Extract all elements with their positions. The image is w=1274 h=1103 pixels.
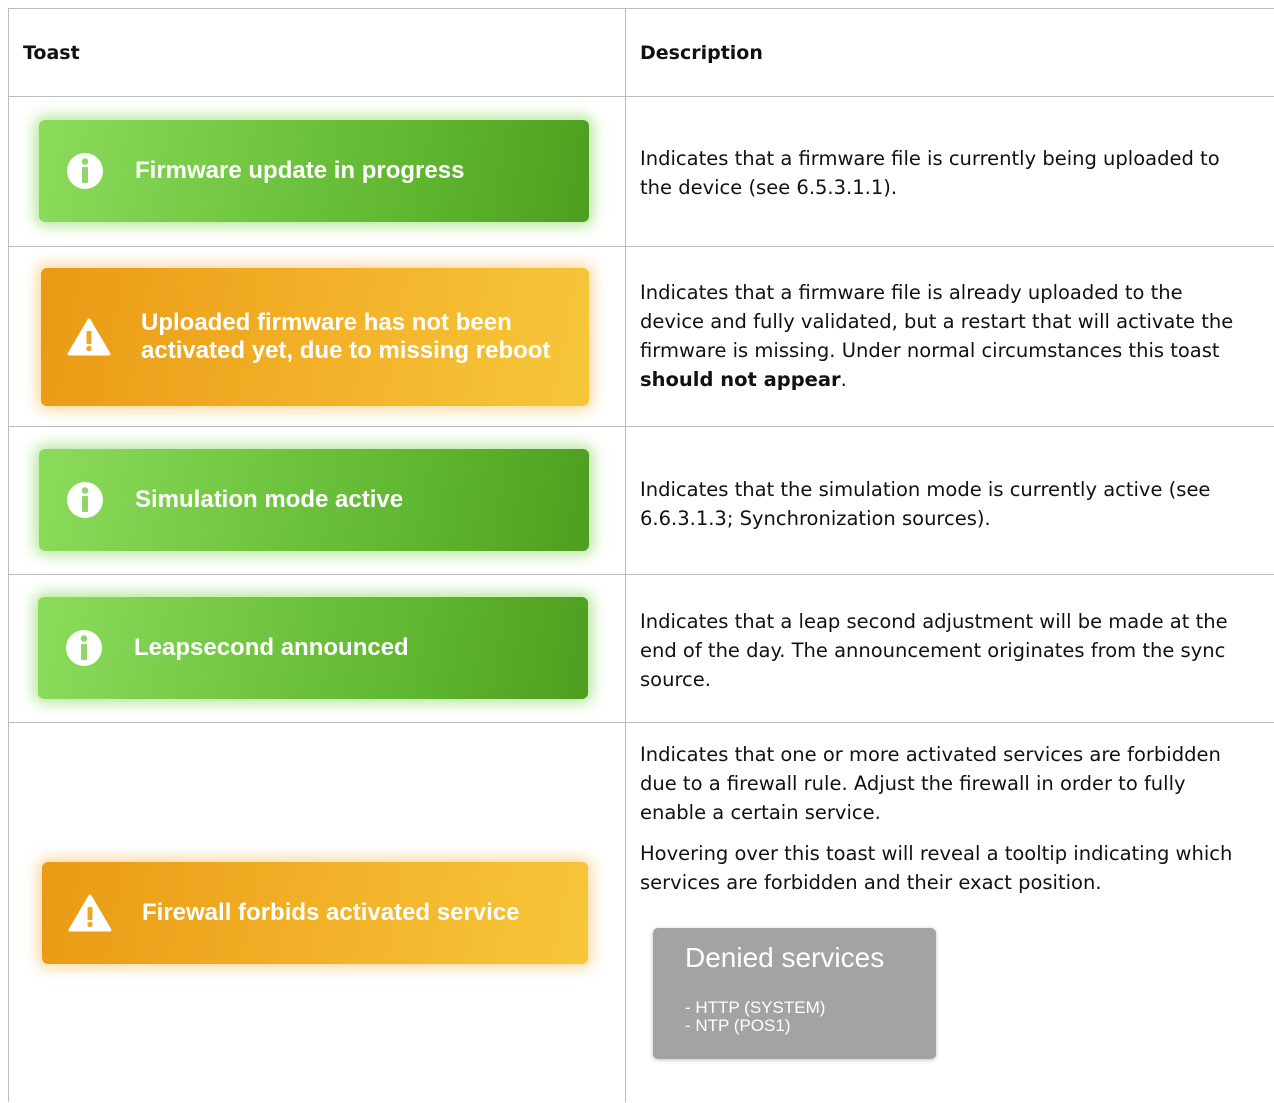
toast-text: Leapsecond announced: [134, 634, 409, 661]
warning-triangle-icon: [68, 894, 112, 932]
column-header-toast: Toast: [23, 42, 80, 64]
table-row: Uploaded firmware has not been activated…: [8, 246, 1274, 427]
toast-firmware-update[interactable]: Firmware update in progress: [39, 120, 589, 222]
column-header-description: Description: [640, 42, 763, 64]
description-cell: Indicates that one or more activated ser…: [640, 740, 1250, 909]
description-text: Indicates that a leap second adjustment …: [640, 610, 1228, 691]
description-cell: Indicates that a firmware file is alread…: [640, 278, 1250, 406]
info-circle-icon: [65, 151, 105, 191]
denied-services-tooltip: Denied services - HTTP (SYSTEM) - NTP (P…: [653, 928, 936, 1059]
info-circle-icon: [64, 628, 104, 668]
description-text: Indicates that the simulation mode is cu…: [640, 478, 1211, 530]
toast-firewall-forbids[interactable]: Firewall forbids activated service: [42, 862, 588, 964]
description-text: Indicates that a firmware file is alread…: [640, 281, 1234, 391]
tooltip-title: Denied services: [685, 942, 885, 973]
tooltip-item: - NTP (POS1): [685, 1016, 791, 1035]
toast-table: Toast Description Firmware update in pro…: [8, 8, 1274, 1102]
info-circle-icon: [65, 480, 105, 520]
toast-text: Simulation mode active: [135, 486, 404, 513]
table-header-row: Toast Description: [8, 8, 1274, 97]
description-cell: Indicates that a leap second adjustment …: [640, 607, 1250, 706]
description-text: Indicates that a firmware file is curren…: [640, 147, 1220, 199]
description-text: Indicates that one or more activated ser…: [640, 743, 1221, 824]
description-emphasis: should not appear: [640, 368, 841, 391]
description-cell: Indicates that the simulation mode is cu…: [640, 475, 1250, 545]
toast-firmware-not-activated[interactable]: Uploaded firmware has not been activated…: [41, 268, 589, 406]
toast-leapsecond[interactable]: Leapsecond announced: [38, 597, 588, 699]
tooltip-item: - HTTP (SYSTEM): [685, 998, 826, 1017]
toast-simulation-mode[interactable]: Simulation mode active: [39, 449, 589, 551]
description-cell: Indicates that a firmware file is curren…: [640, 144, 1250, 214]
toast-text: Firewall forbids activated service: [142, 899, 520, 926]
description-text: Hovering over this toast will reveal a t…: [640, 842, 1233, 894]
table-row: Leapsecond announced Indicates that a le…: [8, 574, 1274, 723]
toast-text: Firmware update in progress: [135, 157, 465, 184]
table-row: Simulation mode active Indicates that th…: [8, 426, 1274, 575]
toast-text: Uploaded firmware has not been activated…: [141, 309, 551, 364]
table-row: Firewall forbids activated service Indic…: [8, 722, 1274, 1103]
table-row: Firmware update in progress Indicates th…: [8, 96, 1274, 247]
warning-triangle-icon: [67, 318, 111, 356]
